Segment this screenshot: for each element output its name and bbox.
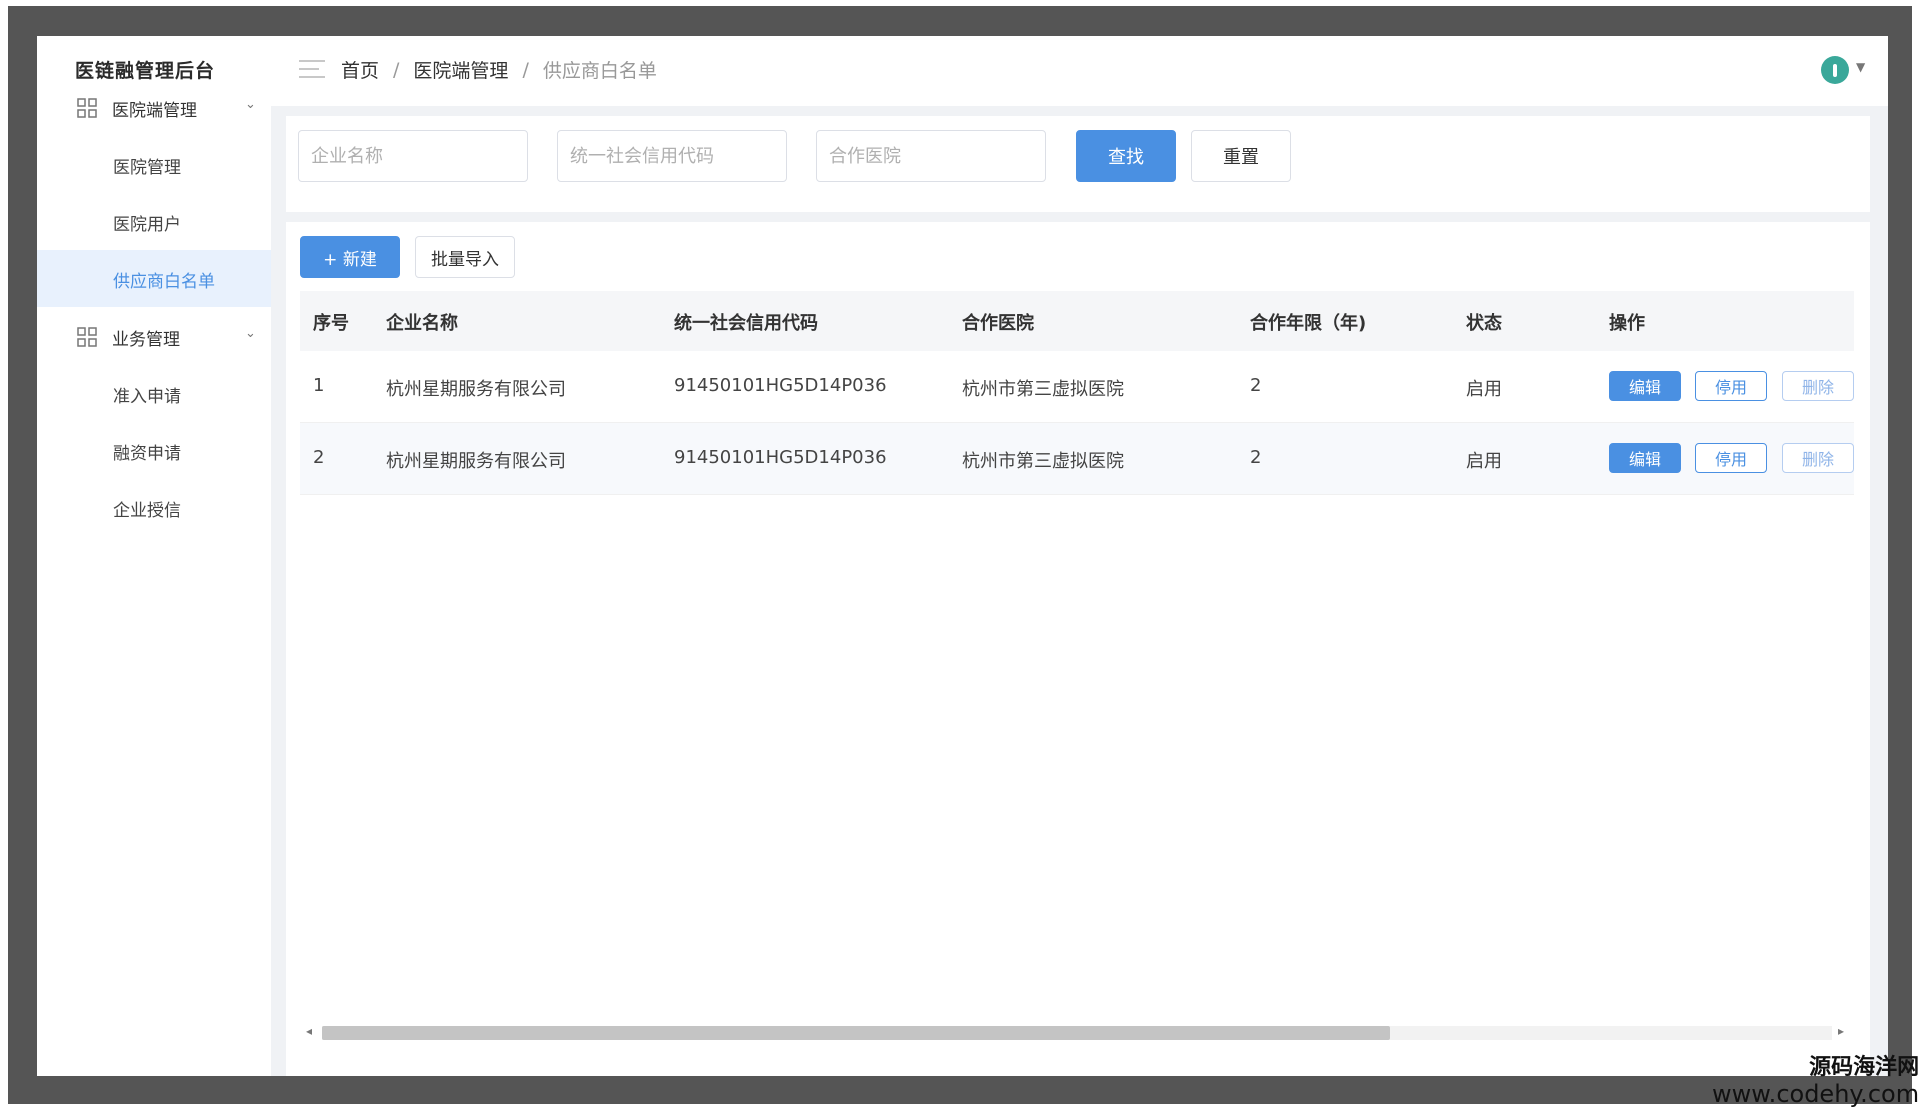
delete-button[interactable]: 删除	[1782, 443, 1854, 473]
sidebar-item-supplier-whitelist[interactable]: 供应商白名单	[37, 250, 271, 307]
delete-button[interactable]: 删除	[1782, 371, 1854, 401]
new-button[interactable]: + 新建	[300, 236, 400, 278]
column-header-actions: 操作	[1609, 313, 1645, 334]
column-header-company: 企业名称	[386, 313, 458, 334]
sidebar: 医链融管理后台 医院端管理 ⌄ 医院管理 医院用户 供应商白名单 业务管理 ⌄ …	[37, 36, 271, 1076]
cell-hospital: 杭州市第三虚拟医院	[962, 451, 1124, 472]
cell-status: 启用	[1466, 451, 1502, 472]
sidebar-item-label: 融资申请	[113, 444, 181, 464]
cell-years: 2	[1250, 447, 1262, 468]
cell-years: 2	[1250, 375, 1262, 396]
cell-company: 杭州星期服务有限公司	[386, 451, 566, 472]
watermark: 源码海洋网 www.codehy.com	[1712, 1055, 1919, 1107]
search-button[interactable]: 查找	[1076, 130, 1176, 182]
cell-hospital: 杭州市第三虚拟医院	[962, 379, 1124, 400]
sidebar-item-enterprise-credit[interactable]: 企业授信	[37, 479, 271, 536]
sidebar-item-admission-application[interactable]: 准入申请	[37, 365, 271, 422]
breadcrumb-separator: /	[393, 58, 400, 81]
breadcrumb-home[interactable]: 首页	[341, 56, 379, 83]
credit-code-input[interactable]	[557, 130, 787, 182]
cell-status: 启用	[1466, 379, 1502, 400]
grid-icon	[77, 327, 97, 347]
sidebar-item-label: 企业授信	[113, 501, 181, 521]
cell-credit-code: 91450101HG5D14P036	[674, 375, 887, 396]
sidebar-item-label: 医院管理	[113, 158, 181, 178]
partner-hospital-input[interactable]	[816, 130, 1046, 182]
sidebar-item-hospital-management[interactable]: 医院管理	[37, 136, 271, 193]
edit-button[interactable]: 编辑	[1609, 371, 1681, 401]
sidebar-item-financing-application[interactable]: 融资申请	[37, 422, 271, 479]
company-name-input[interactable]	[298, 130, 528, 182]
sidebar-item-label: 医院用户	[113, 215, 181, 235]
sidebar-item-hospital-users[interactable]: 医院用户	[37, 193, 271, 250]
scroll-right-icon[interactable]: ▸	[1838, 1024, 1844, 1038]
sidebar-group-label: 业务管理	[112, 330, 180, 350]
search-panel: 查找 重置	[286, 116, 1870, 212]
grid-icon	[77, 98, 97, 118]
breadcrumb: 首页 / 医院端管理 / 供应商白名单	[341, 56, 657, 83]
column-header-credit-code: 统一社会信用代码	[674, 313, 818, 334]
cell-company: 杭州星期服务有限公司	[386, 379, 566, 400]
breadcrumb-hospital-management[interactable]: 医院端管理	[413, 56, 508, 83]
column-header-status: 状态	[1466, 313, 1502, 334]
sidebar-item-label: 准入申请	[113, 387, 181, 407]
avatar[interactable]	[1821, 56, 1849, 84]
table-row: 2 杭州星期服务有限公司 91450101HG5D14P036 杭州市第三虚拟医…	[300, 423, 1854, 495]
table-row: 1 杭州星期服务有限公司 91450101HG5D14P036 杭州市第三虚拟医…	[300, 351, 1854, 423]
sidebar-group-business[interactable]: 业务管理 ⌄	[37, 308, 271, 364]
watermark-line2: www.codehy.com	[1712, 1080, 1920, 1108]
horizontal-scrollbar[interactable]: ◂ ▸	[300, 1022, 1854, 1044]
scroll-left-icon[interactable]: ◂	[306, 1024, 312, 1038]
caret-down-icon[interactable]: ▼	[1856, 60, 1865, 74]
watermark-line1: 源码海洋网	[1809, 1055, 1920, 1080]
column-header-years: 合作年限（年)	[1250, 313, 1367, 334]
hamburger-menu-icon[interactable]	[299, 60, 325, 80]
chevron-down-icon: ⌄	[245, 326, 256, 341]
sidebar-item-label: 供应商白名单	[113, 272, 215, 292]
breadcrumb-separator: /	[522, 58, 529, 81]
batch-import-button[interactable]: 批量导入	[415, 236, 515, 278]
cell-credit-code: 91450101HG5D14P036	[674, 447, 887, 468]
cell-index: 2	[313, 447, 325, 468]
breadcrumb-current: 供应商白名单	[542, 60, 657, 82]
disable-button[interactable]: 停用	[1695, 371, 1767, 401]
edit-button[interactable]: 编辑	[1609, 443, 1681, 473]
sidebar-group-hospital[interactable]: 医院端管理 ⌄	[37, 79, 271, 135]
sidebar-group-label: 医院端管理	[112, 101, 197, 121]
app-window: 医链融管理后台 医院端管理 ⌄ 医院管理 医院用户 供应商白名单 业务管理 ⌄ …	[37, 36, 1888, 1076]
column-header-hospital: 合作医院	[962, 313, 1034, 334]
chevron-down-icon: ⌄	[245, 97, 256, 112]
cell-index: 1	[313, 375, 325, 396]
column-header-index: 序号	[313, 313, 349, 334]
disable-button[interactable]: 停用	[1695, 443, 1767, 473]
scrollbar-thumb[interactable]	[322, 1026, 1390, 1040]
top-header: 首页 / 医院端管理 / 供应商白名单 ▼	[271, 36, 1888, 106]
table-header: 序号 企业名称 统一社会信用代码 合作医院 合作年限（年) 状态 操作	[300, 291, 1854, 351]
main-panel: + 新建 批量导入 序号 企业名称 统一社会信用代码 合作医院 合作年限（年) …	[286, 222, 1870, 1076]
reset-button[interactable]: 重置	[1191, 130, 1291, 182]
